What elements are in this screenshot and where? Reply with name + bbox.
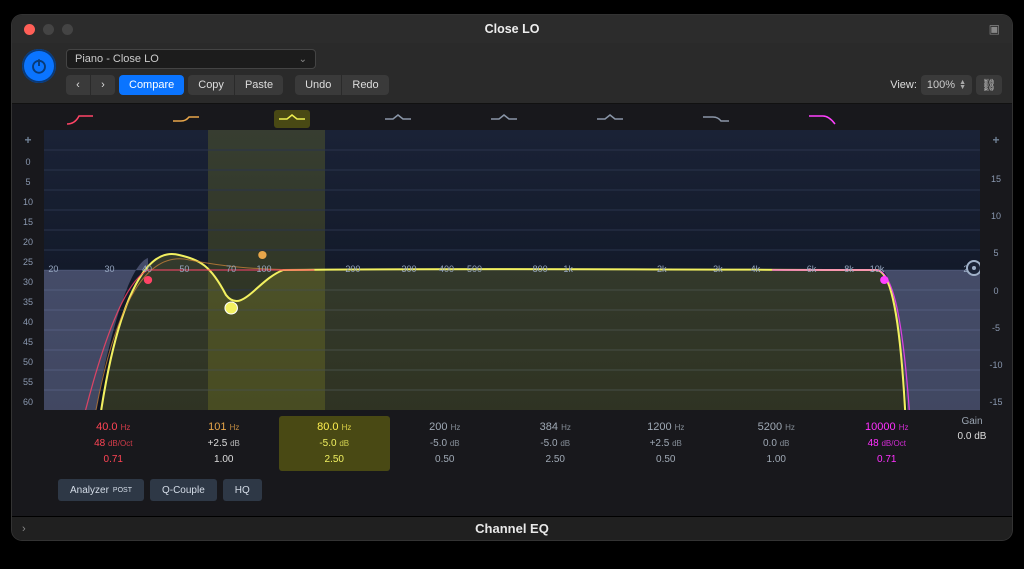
minimize-icon[interactable]: [43, 24, 54, 35]
band-icon-peak-3[interactable]: [486, 110, 522, 128]
gain-slider-knob[interactable]: [966, 260, 980, 276]
maximize-icon[interactable]: [62, 24, 73, 35]
view-label: View:: [890, 79, 917, 91]
plugin-name: Channel EQ: [475, 521, 549, 536]
paste-button[interactable]: Paste: [235, 75, 283, 95]
y-axis-right: + 15 10 5 0 -5 -10 -15: [980, 130, 1012, 410]
gain-column[interactable]: Gain0.0 dB: [942, 416, 1002, 471]
x-tick: 70: [226, 264, 236, 274]
band-params-0[interactable]: 40.0 Hz48 dB/Oct0.71: [58, 416, 169, 471]
band-icon-highshelf[interactable]: [698, 110, 734, 128]
band-icon-peak-2[interactable]: [380, 110, 416, 128]
plus-icon[interactable]: +: [24, 133, 31, 147]
eq-graph[interactable]: 20 30 40 50 70 100 200 300 400 500 800 1k 2k 3k 4k 6k 8k…: [44, 130, 980, 410]
zoom-value: 100%: [927, 79, 955, 91]
titlebar: Close LO ▣: [12, 15, 1012, 43]
hq-button[interactable]: HQ: [223, 479, 262, 501]
plugin-window: Close LO ▣ Piano - Close LO ⌄ ‹ › Compar…: [12, 15, 1012, 540]
band-params-3[interactable]: 200 Hz-5.0 dB0.50: [390, 416, 501, 471]
window-title: Close LO: [485, 22, 540, 36]
snapshot-icon[interactable]: ▣: [989, 22, 1000, 36]
x-tick: 20: [48, 264, 58, 274]
band-icon-lowshelf[interactable]: [168, 110, 204, 128]
window-controls: [24, 24, 73, 35]
y-axis-left: + 0 5 10 15 20 25 30 35 40 45 50 55 60: [12, 130, 44, 410]
x-tick: 8k: [844, 264, 854, 274]
x-tick: 400: [439, 264, 454, 274]
x-tick: 6k: [807, 264, 817, 274]
band-parameters: 40.0 Hz48 dB/Oct0.71101 Hz+2.5 dB1.0080.…: [12, 410, 1012, 475]
graph-area: + 0 5 10 15 20 25 30 35 40 45 50 55 60: [12, 130, 1012, 410]
band-params-5[interactable]: 1200 Hz+2.5 dB0.50: [611, 416, 722, 471]
band-params-6[interactable]: 5200 Hz0.0 dB1.00: [721, 416, 832, 471]
stepper-icon: ▲▼: [959, 80, 966, 90]
toolbar: Piano - Close LO ⌄ ‹ › Compare Copy Past…: [12, 43, 1012, 104]
x-tick: 100: [256, 264, 271, 274]
undo-button[interactable]: Undo: [295, 75, 341, 95]
footer: › Channel EQ: [12, 516, 1012, 540]
band-params-1[interactable]: 101 Hz+2.5 dB1.00: [169, 416, 280, 471]
q-couple-button[interactable]: Q-Couple: [150, 479, 217, 501]
x-axis: 20 30 40 50 70 100 200 300 400 500 800 1k 2k 3k 4k 6k 8k…: [44, 264, 980, 280]
chevron-down-icon: ⌄: [299, 54, 307, 65]
chain-icon: ⛓: [981, 78, 996, 92]
analyzer-button[interactable]: Analyzer POST: [58, 479, 144, 501]
x-tick: 3k: [713, 264, 723, 274]
x-tick: 4k: [751, 264, 761, 274]
close-icon[interactable]: [24, 24, 35, 35]
x-tick: 2k: [657, 264, 667, 274]
option-row: Analyzer POST Q-Couple HQ: [12, 475, 1012, 509]
zoom-control[interactable]: 100% ▲▼: [921, 75, 972, 95]
preset-menu[interactable]: Piano - Close LO ⌄: [66, 49, 316, 69]
x-tick: 500: [467, 264, 482, 274]
x-tick: 40: [142, 264, 152, 274]
prev-preset-button[interactable]: ‹: [66, 75, 90, 95]
band-icon-peak-4[interactable]: [592, 110, 628, 128]
x-tick: 800: [533, 264, 548, 274]
band-params-7[interactable]: 10000 Hz48 dB/Oct0.71: [832, 416, 943, 471]
x-tick: 1k: [563, 264, 573, 274]
x-tick: 300: [402, 264, 417, 274]
band-icon-lowpass[interactable]: [804, 110, 840, 128]
band-icon-peak-1[interactable]: [274, 110, 310, 128]
x-tick: 30: [105, 264, 115, 274]
band-icon-highpass[interactable]: [62, 110, 98, 128]
copy-button[interactable]: Copy: [188, 75, 234, 95]
next-preset-button[interactable]: ›: [91, 75, 115, 95]
x-tick: 10k: [870, 264, 885, 274]
band-params-4[interactable]: 384 Hz-5.0 dB2.50: [500, 416, 611, 471]
x-tick: 50: [179, 264, 189, 274]
band-type-row: [12, 104, 1012, 130]
power-button[interactable]: [22, 49, 56, 83]
band-params-2[interactable]: 80.0 Hz-5.0 dB2.50: [279, 416, 390, 471]
x-tick: 200: [345, 264, 360, 274]
power-icon: [30, 57, 48, 75]
preset-name: Piano - Close LO: [75, 53, 159, 65]
redo-button[interactable]: Redo: [342, 75, 388, 95]
plugin-body: + 0 5 10 15 20 25 30 35 40 45 50 55 60: [12, 104, 1012, 516]
disclosure-icon[interactable]: ›: [22, 523, 26, 535]
link-button[interactable]: ⛓: [976, 75, 1002, 95]
compare-button[interactable]: Compare: [119, 75, 184, 95]
plus-icon[interactable]: +: [992, 133, 999, 147]
